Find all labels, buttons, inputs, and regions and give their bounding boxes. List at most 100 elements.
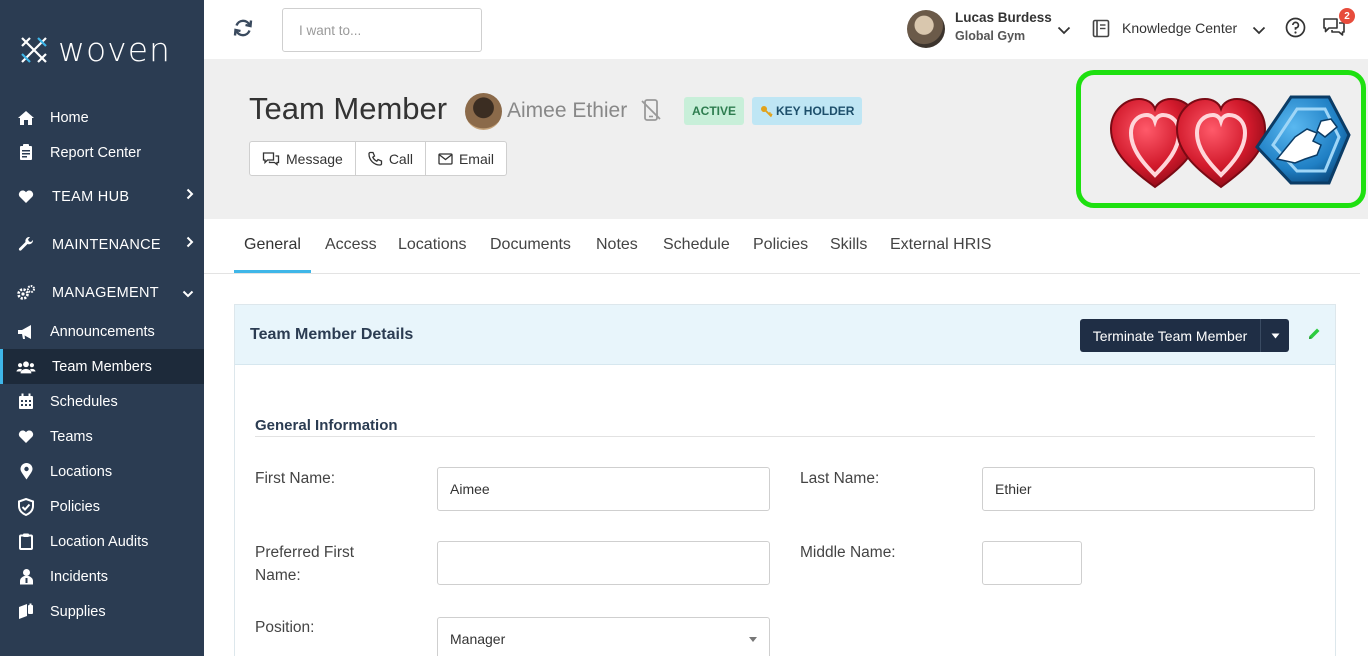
sidebar-item-report-center[interactable]: Report Center	[0, 135, 204, 170]
sidebar-item-locations[interactable]: Locations	[0, 454, 204, 489]
middle-name-field[interactable]	[982, 541, 1082, 585]
tab-documents[interactable]: Documents	[490, 236, 571, 254]
knowledge-center-link[interactable]: Knowledge Center	[1122, 20, 1237, 36]
chevron-right-icon	[186, 236, 194, 251]
chevron-down-icon	[182, 286, 194, 301]
sidebar-item-teams[interactable]: Teams	[0, 419, 204, 454]
active-tab-indicator	[234, 270, 311, 273]
sidebar-item-label: MAINTENANCE	[52, 236, 161, 253]
messages-badge: 2	[1339, 8, 1355, 24]
envelope-icon	[438, 152, 453, 165]
sidebar: woven Home Report Center TEAM HUB MAINTE…	[0, 0, 204, 656]
tab-locations[interactable]: Locations	[398, 236, 467, 254]
first-name-field[interactable]	[437, 467, 770, 511]
brand-logo[interactable]: woven	[18, 30, 171, 69]
sidebar-item-schedules[interactable]: Schedules	[0, 384, 204, 419]
sidebar-item-maintenance[interactable]: MAINTENANCE	[0, 227, 204, 262]
sidebar-item-label: Schedules	[50, 393, 118, 410]
heart-icon	[16, 187, 36, 207]
map-pin-icon	[16, 462, 36, 482]
sidebar-item-policies[interactable]: Policies	[0, 489, 204, 524]
email-button[interactable]: Email	[426, 142, 506, 175]
chat-icon	[262, 152, 280, 166]
call-button[interactable]: Call	[356, 142, 426, 175]
sidebar-item-label: MANAGEMENT	[52, 284, 159, 301]
preferred-first-name-label: Preferred First Name:	[255, 544, 355, 584]
email-button-label: Email	[458, 150, 494, 167]
clipboard-icon	[16, 532, 36, 552]
position-select[interactable]: Manager	[437, 617, 770, 656]
tab-external-hris[interactable]: External HRIS	[890, 236, 991, 254]
key-holder-label: KEY HOLDER	[776, 104, 855, 118]
sidebar-item-label: Home	[50, 109, 89, 126]
terminate-dropdown-toggle[interactable]	[1261, 319, 1289, 352]
terminate-team-member-button[interactable]: Terminate Team Member	[1080, 319, 1261, 352]
tab-policies[interactable]: Policies	[753, 236, 808, 254]
page-title: Team Member	[249, 91, 448, 126]
sidebar-item-label: Location Audits	[50, 533, 149, 550]
heart-icon	[16, 427, 36, 447]
gym-logo-icon	[1109, 95, 1351, 189]
sidebar-item-supplies[interactable]: Supplies	[0, 594, 204, 629]
sidebar-item-incidents[interactable]: Incidents	[0, 559, 204, 594]
sidebar-item-label: Announcements	[50, 323, 155, 340]
sidebar-item-management[interactable]: MANAGEMENT	[0, 275, 204, 310]
sidebar-item-label: Incidents	[50, 568, 109, 585]
users-icon	[16, 357, 36, 377]
tab-notes[interactable]: Notes	[596, 236, 638, 254]
caret-down-icon	[749, 637, 757, 642]
person-icon	[16, 567, 36, 587]
contact-actions: Message Call Email	[249, 141, 507, 176]
user-name[interactable]: Lucas Burdess	[955, 10, 1052, 25]
book-icon[interactable]	[1092, 19, 1110, 43]
caret-down-icon	[1271, 333, 1279, 338]
supplies-icon	[16, 602, 36, 622]
member-tabs: General Access Locations Documents Notes…	[204, 219, 1360, 274]
sidebar-item-label: Locations	[50, 463, 113, 480]
position-select-value: Manager	[450, 631, 506, 647]
call-button-label: Call	[388, 150, 413, 167]
chevron-down-icon[interactable]	[1057, 22, 1071, 40]
tab-schedule[interactable]: Schedule	[663, 236, 730, 254]
phone-icon	[368, 151, 382, 166]
sidebar-item-announcements[interactable]: Announcements	[0, 314, 204, 349]
user-org[interactable]: Global Gym	[955, 29, 1025, 43]
sidebar-item-label: Team Members	[52, 358, 152, 375]
middle-name-label: Middle Name:	[800, 544, 896, 561]
shield-icon	[16, 497, 36, 517]
panel-header: Team Member Details Terminate Team Membe…	[235, 305, 1335, 365]
sidebar-item-location-audits[interactable]: Location Audits	[0, 524, 204, 559]
key-icon	[761, 105, 773, 117]
megaphone-icon	[16, 322, 36, 342]
help-icon[interactable]	[1285, 17, 1306, 43]
company-logo-highlight	[1076, 70, 1366, 208]
tab-general[interactable]: General	[244, 236, 301, 254]
home-icon	[16, 108, 36, 128]
last-name-field[interactable]	[982, 467, 1315, 511]
message-button[interactable]: Message	[250, 142, 356, 175]
tab-access[interactable]: Access	[325, 236, 377, 254]
refresh-icon[interactable]	[232, 17, 254, 39]
sidebar-item-label: TEAM HUB	[52, 188, 130, 205]
last-name-label: Last Name:	[800, 470, 880, 487]
team-member-details-panel: Team Member Details Terminate Team Membe…	[234, 304, 1336, 656]
status-badge-active: ACTIVE	[684, 97, 745, 125]
section-title-general-information: General Information	[255, 417, 398, 434]
sidebar-item-home[interactable]: Home	[0, 100, 204, 135]
sidebar-item-label: Policies	[50, 498, 100, 515]
tab-skills[interactable]: Skills	[830, 236, 867, 254]
chevron-down-icon[interactable]	[1252, 22, 1266, 40]
first-name-label: First Name:	[255, 470, 336, 487]
pencil-icon[interactable]	[1307, 327, 1321, 346]
gears-icon	[16, 283, 36, 303]
sidebar-item-team-members[interactable]: Team Members	[0, 349, 204, 384]
search-input[interactable]	[282, 8, 482, 52]
preferred-first-name-field[interactable]	[437, 541, 770, 585]
report-icon	[16, 143, 36, 163]
user-avatar[interactable]	[907, 10, 945, 48]
top-bar: Lucas Burdess Global Gym Knowledge Cente…	[204, 0, 1368, 59]
sidebar-item-team-hub[interactable]: TEAM HUB	[0, 179, 204, 214]
member-avatar	[465, 93, 502, 130]
page-header: Team Member Aimee Ethier ACTIVE KEY HOLD…	[204, 59, 1368, 219]
sidebar-item-label: Teams	[50, 428, 93, 445]
